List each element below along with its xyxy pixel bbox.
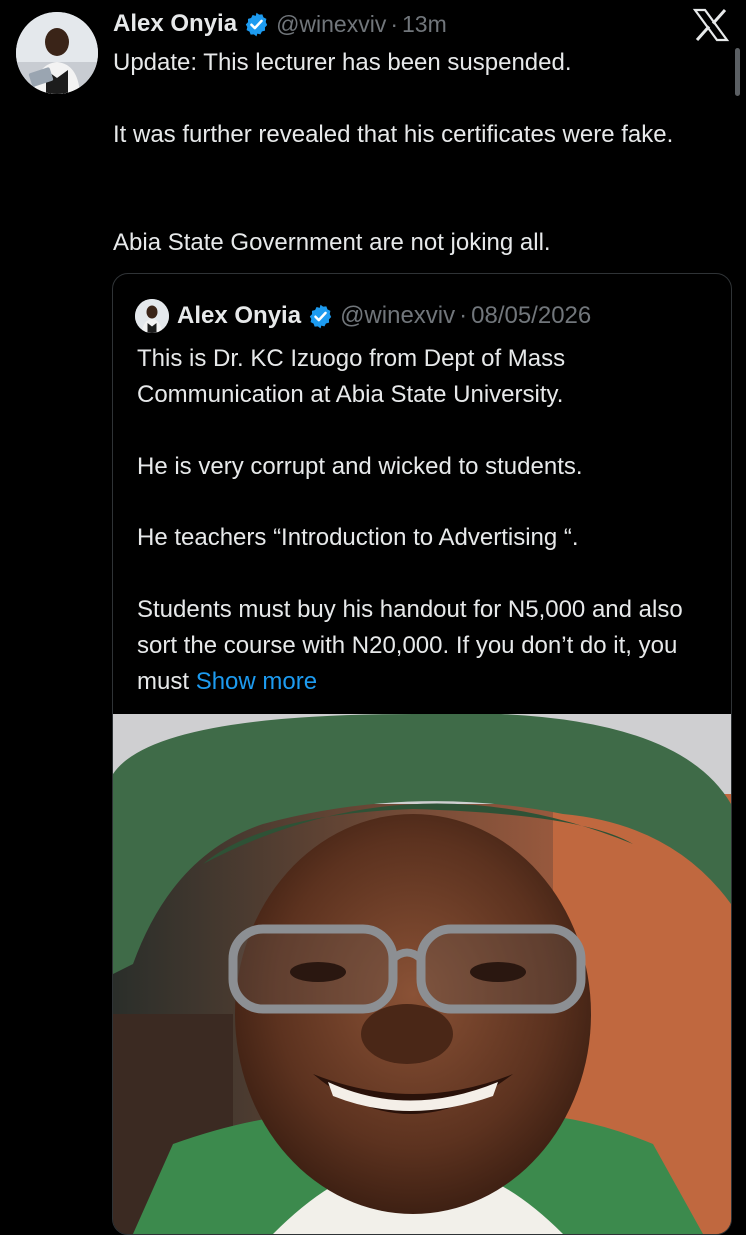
author-name[interactable]: Alex Onyia [113,10,237,38]
quoted-post-date[interactable]: 08/05/2026 [471,302,591,330]
quoted-text-line: He teachers “Introduction to Advertising… [137,524,579,551]
quoted-text-line: This is Dr. KC Izuogo from Dept of Mass … [137,345,566,408]
quoted-text-line: He is very corrupt and wicked to student… [137,453,583,480]
quoted-tweet-card[interactable]: Alex Onyia @winexviv · 08/05/2026 This i… [112,273,732,1235]
quoted-author-avatar[interactable] [135,299,169,333]
verified-badge-icon [245,12,268,36]
post-time[interactable]: 13m [402,11,447,38]
author-handle[interactable]: @winexviv [276,11,386,38]
x-logo-icon [692,8,730,42]
tweet-header: Alex Onyia @winexviv · 13m [113,6,447,42]
separator-dot: · [390,10,398,37]
tweet-text-line: Abia State Government are not joking all… [113,229,551,256]
quoted-author-name[interactable]: Alex Onyia [177,302,301,330]
tweet-text-line: Update: This lecturer has been suspended… [113,49,572,76]
show-more-link[interactable]: Show more [196,668,317,695]
verified-badge-icon [309,304,332,328]
scrollbar-thumb[interactable] [735,48,740,96]
quoted-tweet-header: Alex Onyia @winexviv · 08/05/2026 [135,298,591,334]
quoted-text-line: Students must buy his handout for N5,000… [137,592,717,700]
tweet[interactable]: Alex Onyia @winexviv · 13m Update: This … [0,0,746,1235]
tweet-text-line: It was further revealed that his certifi… [113,121,674,148]
quoted-author-handle[interactable]: @winexviv [340,302,455,330]
author-avatar[interactable] [16,12,98,94]
separator-dot: · [459,302,468,329]
quoted-tweet-photo[interactable] [113,714,731,1234]
